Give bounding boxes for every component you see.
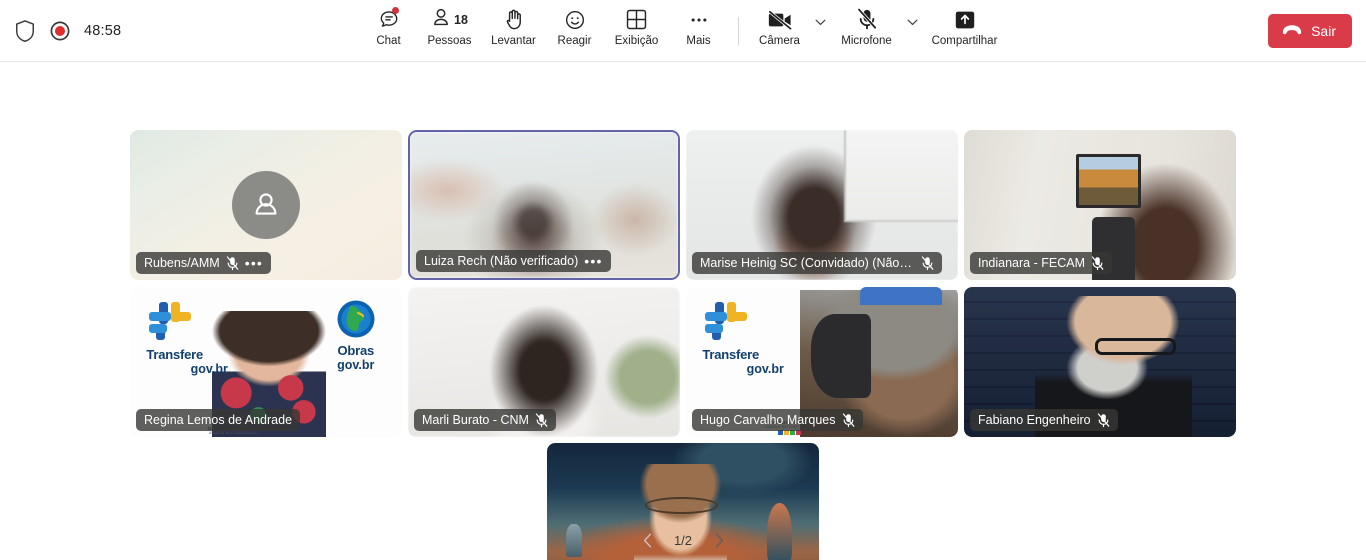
participant-name-pill: Rubens/AMM ••• [136,252,272,274]
shield-icon[interactable] [14,19,36,43]
participant-name-pill: Hugo Carvalho Marques [692,409,863,431]
participant-tile-regina[interactable]: Transfere gov.br Obras gov.br GOVERNO FE… [130,287,402,437]
people-count: 18 [454,12,468,27]
participant-name-pill: Fabiano Engenheiro [970,409,1118,431]
participant-name-pill: Regina Lemos de Andrade [136,409,301,431]
participant-tile-luiza[interactable]: Luiza Rech (Não verificado) ••• [408,130,680,280]
participant-tile-marli[interactable]: Marli Burato - CNM [408,287,680,437]
toolbar-button-microfone[interactable]: Microfone [831,0,903,56]
microphone-off-icon [856,8,878,32]
participant-name: Rubens/AMM [144,256,220,270]
toolbar-label-reagir: Reagir [557,34,592,47]
record-icon[interactable] [50,21,70,41]
logo-line-2: gov.br [190,362,228,376]
chat-notification-dot [391,6,399,14]
toolbar-label-chat: Chat [376,34,401,47]
participant-name-pill: Luiza Rech (Não verificado) ••• [416,250,611,272]
toolbar-button-exibicao[interactable]: Exibição [604,0,670,56]
camera-chevron-down-icon[interactable] [811,0,831,56]
share-screen-icon [954,8,976,32]
microphone-muted-icon [226,255,239,271]
meeting-timer: 48:58 [84,22,122,39]
stage-pagination: 1/2 [0,528,1366,552]
toolbar-left-group: 48:58 [0,19,300,43]
avatar [232,171,300,239]
leave-meeting-button[interactable]: Sair [1268,13,1352,48]
camera-off-icon [767,8,793,32]
toolbar-label-camera: Câmera [759,34,800,47]
participant-name: Hugo Carvalho Marques [700,413,836,427]
toolbar-divider [737,16,739,45]
pagination-previous-button[interactable] [638,531,656,549]
participant-tile-indianara[interactable]: Indianara - FECAM [964,130,1236,280]
gov-line-2: UNIÃO E RECONSTRUÇÃO [208,431,258,435]
microphone-muted-icon [921,255,934,271]
toolbar-button-levantar[interactable]: Levantar [482,0,546,56]
participant-tile-rubens[interactable]: Rubens/AMM ••• [130,130,402,280]
participant-name-pill: Marise Heinig SC (Convidado) (Não ve… [692,252,942,274]
hangup-icon [1281,23,1303,39]
pagination-page-indicator: 1/2 [673,532,693,548]
participant-tile-marise[interactable]: Marise Heinig SC (Convidado) (Não ve… [686,130,958,280]
microphone-muted-icon [1091,255,1104,271]
participant-more-options-icon[interactable]: ••• [584,254,602,268]
microphone-muted-icon [535,412,548,428]
more-horizontal-icon [688,8,710,32]
microphone-muted-icon [1097,412,1110,428]
participant-name: Marise Heinig SC (Convidado) (Não ve… [700,256,915,270]
participant-name-pill: Indianara - FECAM [970,252,1112,274]
participant-tile-hugo[interactable]: Transfere gov.br GOVERNO FEDERAL UNIÃO E… [686,287,958,437]
participant-name: Luiza Rech (Não verificado) [424,254,579,268]
headset [811,314,871,398]
participant-name: Marli Burato - CNM [422,413,529,427]
grid-view-icon [626,8,647,32]
toolbar-label-compartilhar: Compartilhar [931,34,998,47]
logo-line-1: Transfere [702,347,760,362]
transfere-govbr-logo: Transfere gov.br [146,299,228,376]
logo-line-2: gov.br [337,358,375,372]
raise-hand-icon [504,8,524,32]
people-icon [431,6,451,33]
participant-name: Regina Lemos de Andrade [144,413,293,427]
logo-line-1: Obras [337,343,375,358]
participant-more-options-icon[interactable]: ••• [245,256,263,270]
pagination-next-button[interactable] [710,531,728,549]
transfere-govbr-logo: Transfere gov.br [702,299,784,376]
toolbar-label-mais: Mais [686,34,711,47]
participant-tile-fabiano[interactable]: Fabiano Engenheiro [964,287,1236,437]
obras-govbr-logo: Obras gov.br [323,299,388,372]
toolbar-right-group: Sair [1268,13,1366,48]
wall-picture [1075,154,1141,208]
toolbar-button-mais[interactable]: Mais [670,0,728,56]
toolbar-label-levantar: Levantar [491,34,536,47]
emoji-icon [564,8,586,32]
glasses [1094,338,1177,355]
participant-name: Indianara - FECAM [978,256,1085,270]
chat-icon [378,6,400,32]
video-stage: Rubens/AMM ••• Luiza Rech (Não verificad… [0,62,1366,560]
microphone-muted-icon [842,412,855,428]
participant-name: Fabiano Engenheiro [978,413,1091,427]
meeting-toolbar: 48:58 Chat 18 Pessoas Levantar Reagir Ex… [0,0,1366,62]
toolbar-button-pessoas[interactable]: 18 Pessoas [418,0,482,56]
cap [860,287,942,305]
toolbar-label-pessoas: Pessoas [427,34,472,47]
toolbar-label-microfone: Microfone [841,34,892,47]
microphone-chevron-down-icon[interactable] [903,0,923,56]
toolbar-button-compartilhar[interactable]: Compartilhar [923,0,1007,56]
toolbar-button-chat[interactable]: Chat [360,0,418,56]
logo-line-1: Transfere [146,347,204,362]
glasses [644,497,719,514]
toolbar-button-reagir[interactable]: Reagir [546,0,604,56]
leave-button-label: Sair [1311,22,1336,39]
participant-name-pill: Marli Burato - CNM [414,409,556,431]
toolbar-label-exibicao: Exibição [614,34,659,47]
toolbar-button-camera[interactable]: Câmera [749,0,811,56]
logo-line-2: gov.br [746,362,784,376]
